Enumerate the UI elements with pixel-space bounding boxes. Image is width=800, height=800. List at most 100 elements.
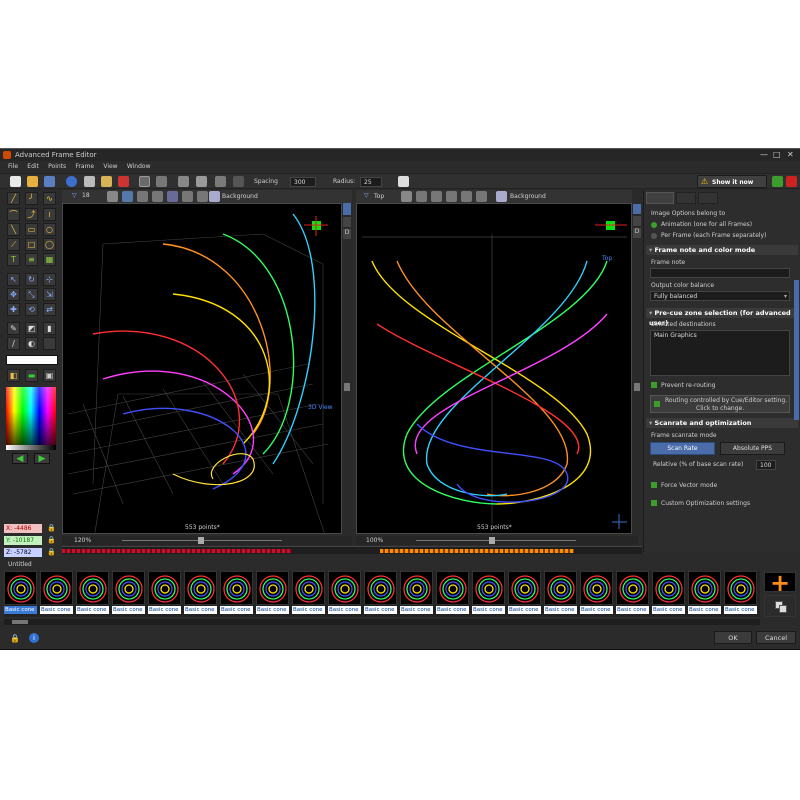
brush-icon[interactable]: ∕ [7,337,20,350]
fill-icon[interactable]: ◩ [25,322,38,335]
contrast-icon[interactable]: ◐ [25,337,38,350]
open-folder-icon[interactable] [27,176,38,187]
right-scroll-thumb[interactable] [634,383,640,391]
custom-opt-checkbox[interactable] [651,500,657,506]
polyline-tool-icon[interactable]: ⟋ [7,238,20,251]
color-balance-select[interactable]: Fully balanced ▾ [650,291,790,301]
right-tool1-icon[interactable] [401,191,412,202]
frame-thumbnail[interactable]: Basic cone [40,571,74,617]
left-d-button[interactable]: D [343,229,351,239]
select-arrow-icon[interactable]: ↖ [7,273,20,286]
pan-icon[interactable]: ✚ [7,303,20,316]
right-vertical-scrollbar[interactable]: D [632,190,642,534]
show-it-now-button[interactable]: ⚠ Show it now [697,175,767,188]
right-center-icon[interactable] [461,191,472,202]
menu-view[interactable]: View [103,163,117,170]
current-color-swatch[interactable] [6,355,58,365]
left-view-label[interactable]: 18 [82,192,90,199]
info-icon[interactable]: i [29,633,39,643]
left-zoom-icon[interactable] [152,191,163,202]
frame-thumbnail[interactable]: Basic cone [472,571,506,617]
z-lock-icon[interactable]: 🔒 [47,548,56,556]
undo-icon[interactable] [66,176,77,187]
spline-tool-icon[interactable]: ≀ [43,208,56,221]
right-view-dropdown-icon[interactable]: ▽ [364,192,369,199]
right-scroll-top-icon[interactable] [633,204,641,214]
right-refresh-icon[interactable] [633,216,641,226]
right-viewport-top[interactable]: Top [356,203,632,534]
arrow-right-icon[interactable]: ▶ [34,453,50,464]
red-close-icon[interactable] [786,176,797,187]
skew-icon[interactable]: ⇲ [43,288,56,301]
frame-thumbnail[interactable]: Basic cone [76,571,110,617]
force-vector-checkbox[interactable] [651,482,657,488]
left-rotate-icon[interactable] [122,191,133,202]
frame-thumbnail[interactable]: Basic cone [724,571,758,617]
left-background-label[interactable]: Background [222,193,258,200]
left-refresh-icon[interactable] [343,217,351,227]
rectangle-tool-icon[interactable]: ▭ [25,223,38,236]
frame-thumbnail[interactable]: Basic cone [328,571,362,617]
frame-thumbnail[interactable]: Basic cone [616,571,650,617]
add-frame-button[interactable]: + [764,571,796,595]
text-tool-icon[interactable]: T [7,253,20,266]
per-frame-radio[interactable] [651,233,657,239]
ellipse-tool-icon[interactable]: ○ [43,223,56,236]
left-viewport-3d[interactable]: 3D View [62,203,342,535]
minimize-button[interactable]: — [760,150,768,159]
frame-thumbnail[interactable]: Basic cone [508,571,542,617]
rotate-icon[interactable]: ↻ [25,273,38,286]
lines-tool-icon[interactable]: ≡ [25,253,38,266]
menu-points[interactable]: Points [48,163,66,170]
eyedropper-icon[interactable]: ✎ [7,322,20,335]
duplicate-frame-button[interactable] [764,595,796,617]
close-button[interactable]: ✕ [787,150,794,159]
right-view-label[interactable]: Top [374,193,384,200]
right-background-label[interactable]: Background [510,193,546,200]
grayscale-strip[interactable] [6,445,56,450]
new-file-icon[interactable] [10,176,21,187]
menu-window[interactable]: Window [127,163,151,170]
grid-tool-icon[interactable]: ▦ [43,253,56,266]
right-move-icon[interactable] [431,191,442,202]
right-zoom-slider[interactable] [489,537,495,544]
spacing-input[interactable]: 300 [290,177,316,187]
right-zoom-track[interactable] [416,540,576,541]
settings-icon[interactable] [398,176,409,187]
save-icon[interactable] [44,176,55,187]
frames-scroll-thumb[interactable] [12,620,28,624]
x-lock-icon[interactable]: 🔒 [47,524,56,532]
panel-tab-2[interactable] [676,192,696,204]
animation-radio[interactable] [651,222,657,228]
paste-icon[interactable] [101,176,112,187]
frame-thumbnail[interactable]: Basic cone [256,571,290,617]
frame-thumbnail[interactable]: Basic cone [436,571,470,617]
timeline-track[interactable] [62,546,642,554]
transform-icon[interactable] [178,176,189,187]
node-icon[interactable]: ⊹ [43,273,56,286]
left-p-icon[interactable] [167,191,178,202]
left-background-icon[interactable] [209,191,220,202]
frame-thumbnail[interactable]: Basic cone [112,571,146,617]
left-fit-icon[interactable] [197,191,208,202]
maximize-button[interactable]: □ [773,150,781,159]
select-tool-icon[interactable] [139,176,150,187]
left-center-icon[interactable] [182,191,193,202]
right-zoom-icon[interactable] [446,191,457,202]
left-scroll-top-icon[interactable] [343,203,351,215]
grid-icon[interactable] [196,176,207,187]
frame-note-header[interactable]: ▾ Frame note and color mode [646,245,798,255]
tool-icon[interactable] [215,176,226,187]
flip-icon[interactable]: ⇄ [43,303,56,316]
right-d-button[interactable]: D [633,228,641,238]
swatch-mid-icon[interactable]: ▬ [25,369,38,382]
left-tool1-icon[interactable] [107,191,118,202]
frame-thumbnail[interactable]: Basic cone [652,571,686,617]
arrow-left-icon[interactable]: ◀ [12,453,28,464]
spin-icon[interactable]: ⟲ [25,303,38,316]
copy-icon[interactable] [84,176,95,187]
scan-rate-button[interactable]: Scan Rate [650,442,715,455]
move-icon[interactable]: ✥ [7,288,20,301]
path-tool-icon[interactable]: ⤴ [25,208,38,221]
frame-note-input[interactable] [650,268,790,278]
